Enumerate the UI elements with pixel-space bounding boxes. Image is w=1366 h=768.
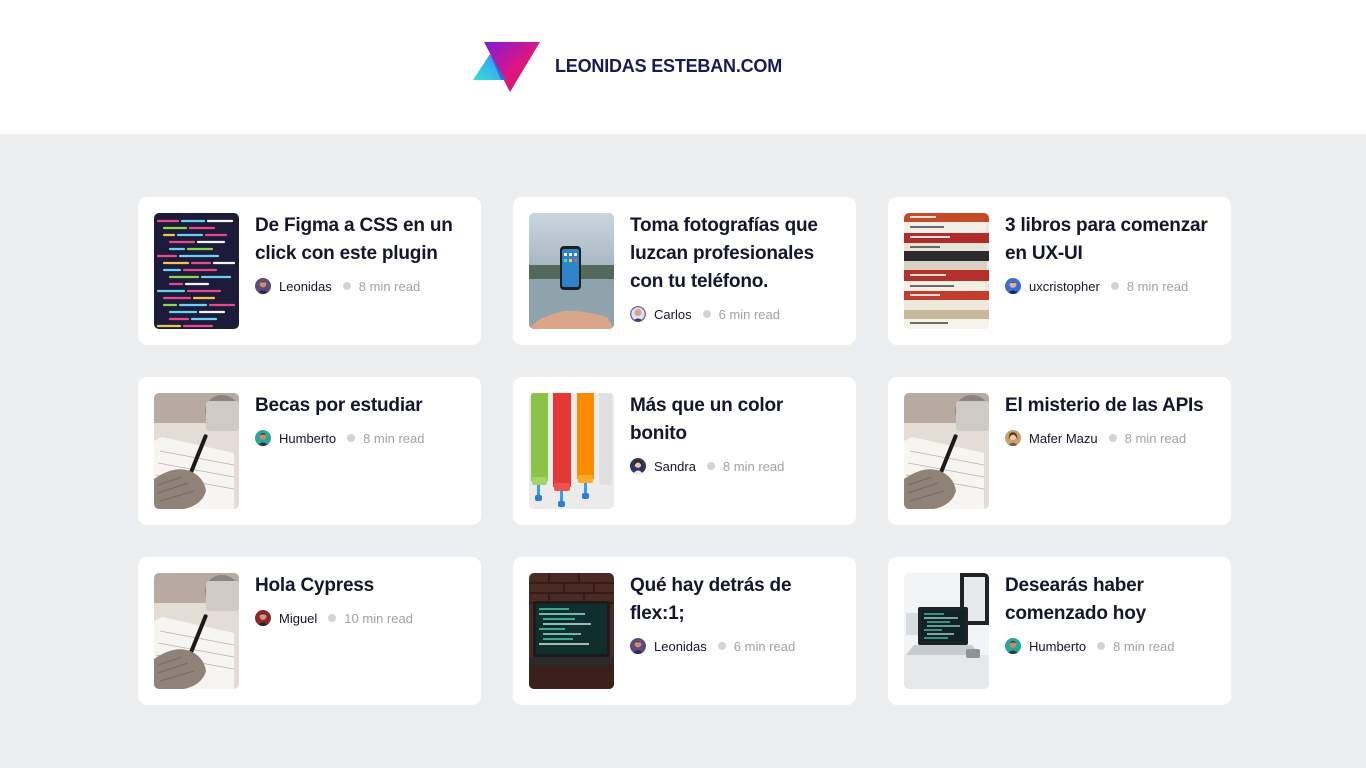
post-card[interactable]: Hola Cypress Miguel 10 min read — [138, 557, 481, 705]
separator-dot — [717, 642, 726, 650]
author-name[interactable]: Humberto — [1029, 639, 1086, 654]
author-name[interactable]: Humberto — [279, 431, 336, 446]
read-time: 8 min read — [722, 458, 785, 474]
post-grid: De Figma a CSS en un click con este plug… — [138, 197, 1231, 705]
post-thumbnail-book-stack[interactable] — [904, 213, 989, 329]
post-thumbnail-laptop-desk[interactable] — [904, 573, 989, 689]
post-meta: Mafer Mazu 8 min read — [1005, 430, 1219, 446]
post-title[interactable]: Becas por estudiar — [255, 392, 469, 420]
post-card[interactable]: Desearás haber comenzado hoy Humberto 8 … — [888, 557, 1231, 705]
post-meta: Humberto 8 min read — [1005, 638, 1219, 654]
post-thumbnail-paint-rollers[interactable] — [529, 393, 614, 509]
read-time: 6 min read — [733, 638, 796, 654]
separator-dot — [342, 282, 351, 290]
post-card[interactable]: Qué hay detrás de flex:1; Leonidas 6 min… — [513, 557, 856, 705]
post-title[interactable]: Hola Cypress — [255, 572, 469, 600]
author-name[interactable]: Miguel — [279, 611, 317, 626]
post-title[interactable]: 3 libros para comenzar en UX-UI — [1005, 212, 1219, 268]
author-avatar[interactable] — [630, 458, 646, 474]
read-time: 8 min read — [1126, 278, 1189, 294]
separator-dot — [702, 310, 711, 318]
post-card[interactable]: 3 libros para comenzar en UX-UI uxcristo… — [888, 197, 1231, 345]
post-title[interactable]: Qué hay detrás de flex:1; — [630, 572, 844, 628]
author-name[interactable]: Mafer Mazu — [1029, 431, 1098, 446]
post-card[interactable]: El misterio de las APIs Mafer Mazu 8 min… — [888, 377, 1231, 525]
post-meta: Sandra 8 min read — [630, 458, 844, 474]
author-avatar[interactable] — [255, 278, 271, 294]
post-thumbnail-writing-desk[interactable] — [154, 393, 239, 509]
post-title[interactable]: De Figma a CSS en un click con este plug… — [255, 212, 469, 268]
separator-dot — [1110, 282, 1119, 290]
read-time: 10 min read — [344, 610, 413, 626]
post-thumbnail-hand-phone[interactable] — [529, 213, 614, 329]
author-avatar[interactable] — [1005, 638, 1021, 654]
author-avatar[interactable] — [255, 430, 271, 446]
separator-dot — [1108, 434, 1117, 442]
author-avatar[interactable] — [630, 638, 646, 654]
read-time: 8 min read — [1124, 430, 1187, 446]
read-time: 8 min read — [363, 430, 425, 446]
post-thumbnail-writing-desk[interactable] — [154, 573, 239, 689]
separator-dot — [1097, 642, 1106, 650]
post-title[interactable]: Desearás haber comenzado hoy — [1005, 572, 1219, 628]
author-name[interactable]: uxcristopher — [1029, 279, 1100, 294]
site-header: LEONIDAS ESTEBAN.COM — [0, 0, 1366, 134]
author-avatar[interactable] — [255, 610, 271, 626]
post-meta: Humberto 8 min read — [255, 430, 469, 446]
separator-dot — [347, 434, 356, 442]
post-card[interactable]: Más que un color bonito Sandra 8 min rea… — [513, 377, 856, 525]
post-meta: Leonidas 6 min read — [630, 638, 844, 654]
author-name[interactable]: Sandra — [654, 459, 696, 474]
read-time: 6 min read — [718, 306, 780, 322]
site-title[interactable]: LEONIDAS ESTEBAN.COM — [555, 56, 782, 77]
post-title[interactable]: Más que un color bonito — [630, 392, 844, 448]
post-thumbnail-writing-desk[interactable] — [904, 393, 989, 509]
author-avatar[interactable] — [1005, 430, 1021, 446]
author-avatar[interactable] — [630, 306, 646, 322]
post-meta: uxcristopher 8 min read — [1005, 278, 1219, 294]
post-card[interactable]: Becas por estudiar Humberto 8 min read — [138, 377, 481, 525]
post-title[interactable]: Toma fotografías que luzcan profesionale… — [630, 212, 844, 296]
author-name[interactable]: Leonidas — [279, 279, 332, 294]
post-thumbnail-laptop-brick[interactable] — [529, 573, 614, 689]
post-meta: Carlos 6 min read — [630, 306, 844, 322]
post-card[interactable]: De Figma a CSS en un click con este plug… — [138, 197, 481, 345]
read-time: 8 min read — [1113, 638, 1175, 654]
post-meta: Miguel 10 min read — [255, 610, 469, 626]
post-meta: Leonidas 8 min read — [255, 278, 469, 294]
triangle-gradient-logo-icon[interactable] — [473, 42, 540, 92]
author-name[interactable]: Carlos — [654, 307, 692, 322]
author-avatar[interactable] — [1005, 278, 1021, 294]
post-thumbnail-code-screen[interactable] — [154, 213, 239, 329]
read-time: 8 min read — [358, 278, 421, 294]
post-card[interactable]: Toma fotografías que luzcan profesionale… — [513, 197, 856, 345]
post-title[interactable]: El misterio de las APIs — [1005, 392, 1219, 420]
separator-dot — [706, 462, 715, 470]
separator-dot — [328, 614, 337, 622]
author-name[interactable]: Leonidas — [654, 639, 707, 654]
